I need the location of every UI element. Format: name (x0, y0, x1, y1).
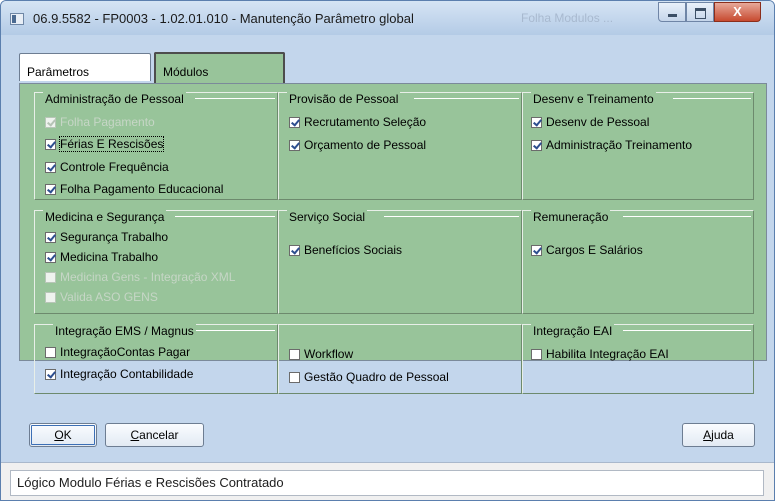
checkbox-box[interactable] (531, 117, 542, 128)
group-title: Administração de Pessoal (43, 92, 186, 106)
status-bar: Lógico Modulo Férias e Rescisões Contrat… (1, 462, 774, 500)
group-border-line (414, 98, 519, 99)
checkbox-folha-pagamento-educacional[interactable]: Folha Pagamento Educacional (45, 182, 223, 196)
checkbox-medicina-gens-xml: Medicina Gens - Integração XML (45, 270, 235, 284)
group-border-line (623, 330, 751, 331)
group-workflow: Workflow Gestão Quadro de Pessoal (278, 324, 522, 394)
help-button[interactable]: Ajuda (682, 423, 755, 447)
main-window: 06.9.5582 - FP0003 - 1.02.01.010 - Manut… (0, 0, 775, 501)
checkbox-cargos-salarios[interactable]: Cargos E Salários (531, 243, 643, 257)
group-title: Serviço Social (287, 210, 368, 224)
group-border-line (175, 216, 275, 217)
checkbox-ferias-rescisoes[interactable]: Férias E Rescisões (45, 136, 165, 152)
modulos-tab-panel: Administração de Pessoal Folha Pagamento… (19, 83, 767, 394)
maximize-icon (687, 3, 713, 21)
close-icon: X (733, 4, 742, 19)
checkbox-valida-aso-gens: Valida ASO GENS (45, 290, 158, 304)
checkbox-box[interactable] (289, 140, 300, 151)
tab-parametros[interactable]: Parâmetros (19, 53, 151, 81)
group-integracao-eai: Integração EAI Habilita Integração EAI (522, 324, 754, 394)
checkbox-habilita-integracao-eai[interactable]: Habilita Integração EAI (531, 347, 669, 361)
group-title: Integração EAI (531, 324, 615, 338)
status-text: Lógico Modulo Férias e Rescisões Contrat… (10, 470, 764, 496)
checkbox-folha-pagamento: Folha Pagamento (45, 115, 155, 129)
checkbox-box[interactable] (45, 347, 56, 358)
checkbox-box[interactable] (45, 162, 56, 173)
checkbox-box[interactable] (531, 245, 542, 256)
close-button[interactable]: X (714, 2, 761, 22)
checkbox-workflow[interactable]: Workflow (289, 347, 353, 361)
group-title: Integração EMS / Magnus (53, 324, 196, 338)
checkbox-box[interactable] (45, 252, 56, 263)
group-integracao-ems: Integração EMS / Magnus IntegraçãoContas… (34, 324, 278, 394)
ok-button[interactable]: OK (29, 423, 97, 447)
group-administracao-pessoal: Administração de Pessoal Folha Pagamento… (34, 92, 278, 200)
group-border-line (195, 98, 275, 99)
checkbox-box[interactable] (45, 232, 56, 243)
checkbox-box[interactable] (531, 349, 542, 360)
minimize-icon (659, 3, 685, 21)
checkbox-gestao-quadro-pessoal[interactable]: Gestão Quadro de Pessoal (289, 370, 449, 384)
group-title: Desenv e Treinamento (531, 92, 656, 106)
checkbox-box (45, 117, 56, 128)
cancel-button[interactable]: Cancelar (105, 423, 204, 447)
checkbox-box[interactable] (531, 140, 542, 151)
checkbox-box[interactable] (289, 349, 300, 360)
dialog-client-area: Parâmetros Módulos Administração de Pess… (9, 35, 769, 461)
checkbox-controle-frequencia[interactable]: Controle Frequência (45, 160, 169, 174)
app-icon[interactable] (10, 13, 24, 25)
checkbox-medicina-trabalho[interactable]: Medicina Trabalho (45, 250, 158, 264)
checkbox-beneficios-sociais[interactable]: Benefícios Sociais (289, 243, 402, 257)
tab-modulos[interactable]: Módulos (154, 52, 285, 83)
checkbox-box[interactable] (289, 117, 300, 128)
checkbox-integracao-contabilidade[interactable]: Integração Contabilidade (45, 367, 193, 381)
group-title: Provisão de Pessoal (287, 92, 401, 106)
button-bar: OK Cancelar Ajuda (19, 415, 767, 454)
maximize-button[interactable] (686, 2, 714, 22)
window-title: 06.9.5582 - FP0003 - 1.02.01.010 - Manut… (33, 11, 414, 26)
checkbox-box (45, 292, 56, 303)
background-window-title: Folha Modulos ... (521, 11, 614, 25)
checkbox-box[interactable] (45, 139, 56, 150)
checkbox-integracao-contas-pagar[interactable]: IntegraçãoContas Pagar (45, 345, 190, 359)
checkbox-administracao-treinamento[interactable]: Administração Treinamento (531, 138, 692, 152)
checkbox-desenv-pessoal[interactable]: Desenv de Pessoal (531, 115, 649, 129)
title-bar[interactable]: 06.9.5582 - FP0003 - 1.02.01.010 - Manut… (1, 1, 774, 35)
group-border-line (185, 330, 275, 331)
checkbox-box (45, 272, 56, 283)
group-servico-social: Serviço Social Benefícios Sociais (278, 210, 522, 314)
group-desenv-treinamento: Desenv e Treinamento Desenv de Pessoal A… (522, 92, 754, 200)
group-border-line (384, 216, 519, 217)
checkbox-recrutamento-selecao[interactable]: Recrutamento Seleção (289, 115, 426, 129)
group-title: Medicina e Segurança (43, 210, 167, 224)
checkbox-box[interactable] (45, 369, 56, 380)
checkbox-seguranca-trabalho[interactable]: Segurança Trabalho (45, 230, 168, 244)
group-border-line (623, 216, 751, 217)
checkbox-box[interactable] (289, 245, 300, 256)
checkbox-box[interactable] (289, 372, 300, 383)
group-medicina-seguranca: Medicina e Segurança Segurança Trabalho … (34, 210, 278, 314)
group-provisao-pessoal: Provisão de Pessoal Recrutamento Seleção… (278, 92, 522, 200)
group-border-line (673, 98, 751, 99)
checkbox-box[interactable] (45, 184, 56, 195)
group-remuneracao: Remuneração Cargos E Salários (522, 210, 754, 314)
checkbox-orcamento-pessoal[interactable]: Orçamento de Pessoal (289, 138, 426, 152)
minimize-button[interactable] (658, 2, 686, 22)
group-title: Remuneração (531, 210, 611, 224)
